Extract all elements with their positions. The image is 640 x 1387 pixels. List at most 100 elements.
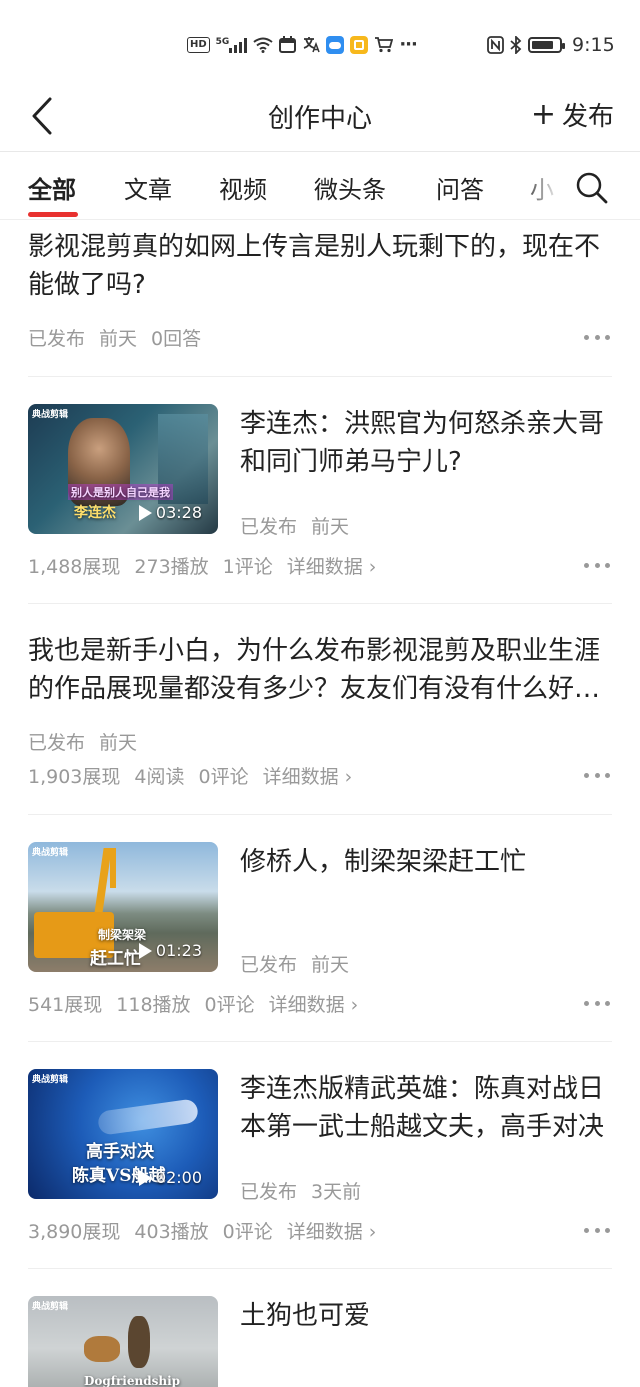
comments: 0评论 — [204, 994, 255, 1016]
cart-icon — [375, 37, 394, 53]
detail-data-link[interactable]: 详细数据 › — [287, 1217, 377, 1244]
search-button[interactable] — [574, 170, 610, 206]
hd-icon: HD — [187, 36, 210, 53]
thumbnail-caption: 高手对决 — [86, 1142, 154, 1162]
thumbnail-subtitle: 李连杰 — [74, 505, 116, 521]
battery-icon — [528, 37, 565, 53]
nfc-icon — [487, 36, 504, 54]
duration-text: 01:23 — [155, 941, 202, 960]
thumbnail-brand: 典战剪辑 — [32, 1075, 69, 1085]
comments: 0评论 — [222, 1221, 273, 1243]
impressions: 541展现 — [28, 994, 103, 1016]
duration-text: 03:28 — [155, 503, 202, 522]
publish-label: 发布 — [561, 102, 614, 132]
tab-qa[interactable]: 问答 — [436, 170, 484, 205]
thumbnail-subtitle: 赶工忙 — [90, 949, 141, 969]
thumbnail-brand: 典战剪辑 — [32, 848, 69, 858]
more-options-button[interactable] — [584, 998, 610, 1008]
list-item[interactable]: 典战剪辑 高手对决 陈真VS船越 02:00 李连杰版精武英雄：陈真对战日本第一… — [0, 1042, 640, 1269]
publish-time: 3天前 — [311, 1181, 362, 1203]
app-header: 创作中心 + 发布 — [0, 80, 640, 152]
tab-videos[interactable]: 视频 — [219, 170, 267, 205]
publish-status: 已发布 — [28, 732, 86, 754]
item-title: 影视混剪真的如网上传言是别人玩剩下的，现在不能做了吗? — [28, 232, 601, 300]
video-thumbnail[interactable]: 典战剪辑 制梁架梁 赶工忙 01:23 — [28, 842, 218, 972]
item-title: 土狗也可爱 — [240, 1301, 371, 1331]
bluetooth-icon — [510, 36, 522, 54]
thumbnail-brand: 典战剪辑 — [32, 1302, 69, 1312]
list-item[interactable]: 典战剪辑 Dogfriendship 土狗也可爱 — [0, 1269, 640, 1387]
comments: 0评论 — [198, 766, 249, 788]
video-thumbnail[interactable]: 典战剪辑 Dogfriendship — [28, 1296, 218, 1387]
plays: 118播放 — [116, 994, 191, 1016]
duration-text: 02:00 — [155, 1168, 202, 1187]
search-icon — [576, 172, 608, 204]
video-duration: 01:23 — [138, 941, 202, 960]
status-icons-right: 9:15 — [487, 34, 615, 56]
item-stats: 541展现 118播放 0评论 详细数据 › — [28, 990, 358, 1017]
item-stats: 1,903展现 4阅读 0评论 详细数据 › — [28, 762, 352, 789]
video-thumbnail[interactable]: 典战剪辑 高手对决 陈真VS船越 02:00 — [28, 1069, 218, 1199]
video-thumbnail[interactable]: 典战剪辑 别人是别人自己是我 李连杰 03:28 — [28, 404, 218, 534]
active-tab-indicator — [28, 212, 78, 217]
plays: 273播放 — [134, 556, 209, 578]
calendar-icon — [279, 36, 297, 53]
more-options-button[interactable] — [584, 770, 610, 780]
comments: 1评论 — [222, 556, 273, 578]
answer-count: 0回答 — [151, 328, 202, 350]
impressions: 3,890展现 — [28, 1221, 121, 1243]
tab-articles[interactable]: 文章 — [124, 170, 172, 205]
item-title: 我也是新手小白，为什么发布影视混剪及职业生涯的作品展现量都没有多少？友友们有没有… — [28, 636, 601, 704]
more-options-button[interactable] — [584, 332, 610, 342]
publish-time: 前天 — [99, 328, 138, 350]
more-notifications-icon: ··· — [399, 34, 417, 55]
wifi-icon — [253, 37, 273, 53]
detail-data-link[interactable]: 详细数据 › — [287, 552, 377, 579]
impressions: 1,488展现 — [28, 556, 121, 578]
clock: 9:15 — [572, 34, 615, 56]
play-icon — [138, 1169, 152, 1186]
list-item[interactable]: 我也是新手小白，为什么发布影视混剪及职业生涯的作品展现量都没有多少？友友们有没有… — [0, 604, 640, 815]
item-meta: 已发布 前天 — [28, 728, 137, 755]
list-item[interactable]: 影视混剪真的如网上传言是别人玩剩下的，现在不能做了吗? 已发布 前天 0回答 — [0, 220, 640, 377]
translate-icon — [304, 37, 321, 53]
list-item[interactable]: 典战剪辑 别人是别人自己是我 李连杰 03:28 李连杰：洪熙官为何怒杀亲大哥和… — [0, 377, 640, 604]
reads: 4阅读 — [134, 766, 185, 788]
5g-label: 5G — [215, 36, 230, 47]
status-bar: HD 5G ··· 9:15 — [0, 0, 640, 90]
list-item[interactable]: 典战剪辑 制梁架梁 赶工忙 01:23 修桥人，制梁架梁赶工忙 已发布 前天 5… — [0, 815, 640, 1042]
item-title: 李连杰版精武英雄：陈真对战日本第一武士船越文夫，高手对决 — [240, 1074, 605, 1142]
publish-button[interactable]: + 发布 — [531, 96, 614, 133]
item-meta: 已发布 前天 — [240, 512, 349, 539]
item-title: 修桥人，制梁架梁赶工忙 — [240, 847, 527, 877]
item-meta: 已发布 前天 — [240, 950, 349, 977]
status-icons-left: HD 5G ··· — [187, 34, 418, 55]
more-options-button[interactable] — [584, 560, 610, 570]
thumbnail-caption: Dogfriendship — [84, 1374, 181, 1387]
plays: 403播放 — [134, 1221, 209, 1243]
tab-micro-posts[interactable]: 微头条 — [314, 170, 386, 205]
publish-status: 已发布 — [240, 516, 298, 538]
detail-data-link[interactable]: 详细数据 › — [269, 990, 359, 1017]
5g-signal-icon: 5G — [216, 37, 248, 53]
tab-mini[interactable]: 小 — [530, 170, 554, 205]
thumbnail-brand: 典战剪辑 — [32, 410, 69, 420]
tab-all[interactable]: 全部 — [28, 170, 76, 205]
video-duration: 03:28 — [138, 503, 202, 522]
item-meta: 已发布 前天 0回答 — [28, 324, 201, 351]
plus-icon: + — [530, 96, 556, 132]
item-title: 李连杰：洪熙官为何怒杀亲大哥和同门师弟马宁儿? — [240, 409, 605, 477]
publish-status: 已发布 — [240, 954, 298, 976]
weather-app-icon — [326, 35, 345, 54]
publish-time: 前天 — [311, 516, 350, 538]
play-icon — [138, 504, 152, 521]
impressions: 1,903展现 — [28, 766, 121, 788]
publish-time: 前天 — [311, 954, 350, 976]
chevron-left-icon — [32, 97, 52, 135]
publish-status: 已发布 — [28, 328, 86, 350]
detail-data-link[interactable]: 详细数据 › — [263, 762, 353, 789]
item-stats: 3,890展现 403播放 0评论 详细数据 › — [28, 1217, 376, 1244]
publish-status: 已发布 — [240, 1181, 298, 1203]
more-options-button[interactable] — [584, 1225, 610, 1235]
back-button[interactable] — [22, 94, 62, 138]
